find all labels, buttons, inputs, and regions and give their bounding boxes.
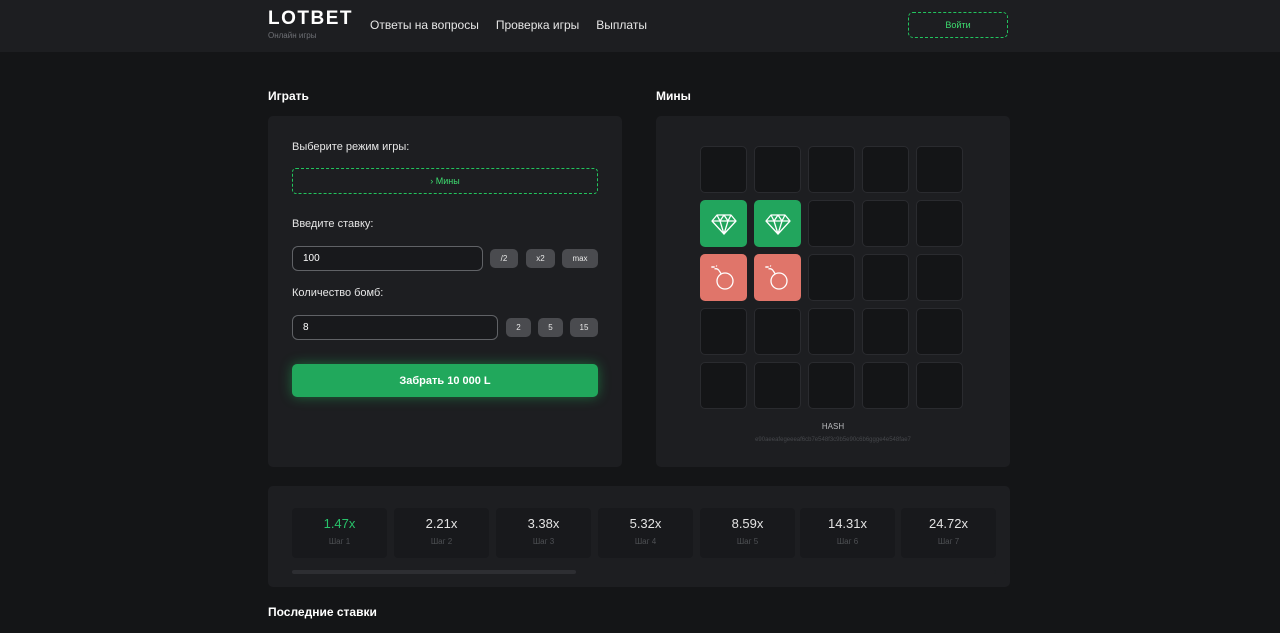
diamond-icon — [764, 213, 791, 235]
mine-cell-r4-c3[interactable] — [808, 308, 855, 355]
bet-half-button[interactable]: /2 — [490, 249, 518, 268]
bombs-5-button[interactable]: 5 — [538, 318, 563, 337]
step-coefficient: 5.32x — [629, 516, 662, 531]
cashout-button[interactable]: Забрать 10 000 L — [292, 364, 598, 397]
mine-cell-r1-c4[interactable] — [862, 146, 909, 193]
step-coefficient: 1.47x — [323, 516, 356, 531]
multiplier-step-3: 3.38x Шаг 3 — [496, 508, 591, 558]
mine-cell-r1-c5[interactable] — [916, 146, 963, 193]
bombs-input[interactable]: 8 — [292, 315, 498, 340]
multiplier-step-4: 5.32x Шаг 4 — [598, 508, 693, 558]
nav-link-game-check[interactable]: Проверка игры — [496, 18, 579, 32]
mine-cell-r2-c2[interactable] — [754, 200, 801, 247]
mine-cell-r4-c1[interactable] — [700, 308, 747, 355]
multiplier-step-5: 8.59x Шаг 5 — [700, 508, 795, 558]
mine-cell-r3-c4[interactable] — [862, 254, 909, 301]
bet-double-button[interactable]: x2 — [526, 249, 555, 268]
play-section-title: Играть — [268, 89, 309, 103]
step-label: Шаг 6 — [836, 537, 859, 546]
mine-cell-r3-c2[interactable] — [754, 254, 801, 301]
bombs-label: Количество бомб: — [292, 287, 384, 299]
mine-cell-r1-c3[interactable] — [808, 146, 855, 193]
mine-cell-r5-c3[interactable] — [808, 362, 855, 409]
step-coefficient: 3.38x — [527, 516, 560, 531]
mine-cell-r3-c5[interactable] — [916, 254, 963, 301]
bombs-15-button[interactable]: 15 — [570, 318, 598, 337]
step-label: Шаг 7 — [937, 537, 960, 546]
mode-label: Выберите режим игры: — [292, 141, 410, 153]
mine-cell-r1-c1[interactable] — [700, 146, 747, 193]
mine-cell-r3-c3[interactable] — [808, 254, 855, 301]
step-label: Шаг 2 — [430, 537, 453, 546]
mine-cell-r5-c5[interactable] — [916, 362, 963, 409]
mine-cell-r4-c5[interactable] — [916, 308, 963, 355]
step-coefficient: 24.72x — [928, 516, 969, 531]
nav-link-payouts[interactable]: Выплаты — [596, 18, 647, 32]
step-coefficient: 2.21x — [425, 516, 458, 531]
bomb-icon — [709, 263, 739, 293]
hash-value: e90aeeafegeeeaf6cb7e548f3c9b5e90c6b6ggge… — [755, 437, 911, 443]
mines-section-title: Мины — [656, 89, 691, 103]
bet-input[interactable]: 100 — [292, 246, 483, 271]
mine-cell-r5-c2[interactable] — [754, 362, 801, 409]
step-coefficient: 14.31x — [827, 516, 868, 531]
step-coefficient: 8.59x — [731, 516, 764, 531]
step-label: Шаг 3 — [532, 537, 555, 546]
top-navbar: LOTBET Онлайн игры Ответы на вопросы Про… — [0, 0, 1280, 52]
mine-cell-r2-c1[interactable] — [700, 200, 747, 247]
main-nav: Ответы на вопросы Проверка игры Выплаты — [370, 18, 647, 32]
steps-scrollbar-thumb[interactable] — [292, 570, 576, 574]
step-label: Шаг 4 — [634, 537, 657, 546]
hash-label: HASH — [821, 422, 845, 431]
diamond-icon — [710, 213, 737, 235]
bet-label: Введите ставку: — [292, 218, 374, 230]
mine-cell-r3-c1[interactable] — [700, 254, 747, 301]
multiplier-step-6: 14.31x Шаг 6 — [800, 508, 895, 558]
mine-cell-r5-c4[interactable] — [862, 362, 909, 409]
mine-cell-r4-c4[interactable] — [862, 308, 909, 355]
mine-cell-r5-c1[interactable] — [700, 362, 747, 409]
mine-cell-r2-c3[interactable] — [808, 200, 855, 247]
game-mode-select[interactable]: › Мины — [292, 168, 598, 194]
nav-link-faq[interactable]: Ответы на вопросы — [370, 18, 479, 32]
logo[interactable]: LOTBET Онлайн игры — [268, 8, 353, 41]
mine-cell-r2-c5[interactable] — [916, 200, 963, 247]
mine-cell-r4-c2[interactable] — [754, 308, 801, 355]
mine-cell-r1-c2[interactable] — [754, 146, 801, 193]
logo-subtitle: Онлайн игры — [268, 31, 317, 40]
mine-cell-r2-c4[interactable] — [862, 200, 909, 247]
multiplier-step-7: 24.72x Шаг 7 — [901, 508, 996, 558]
bombs-2-button[interactable]: 2 — [506, 318, 531, 337]
bet-max-button[interactable]: max — [562, 249, 598, 268]
logo-title: LOTBET — [268, 8, 353, 29]
bomb-icon — [763, 263, 793, 293]
login-button[interactable]: Войти — [908, 12, 1008, 38]
multiplier-step-1: 1.47x Шаг 1 — [292, 508, 387, 558]
recent-bets-title: Последние ставки — [268, 605, 377, 619]
step-label: Шаг 1 — [328, 537, 351, 546]
step-label: Шаг 5 — [736, 537, 759, 546]
multiplier-step-2: 2.21x Шаг 2 — [394, 508, 489, 558]
